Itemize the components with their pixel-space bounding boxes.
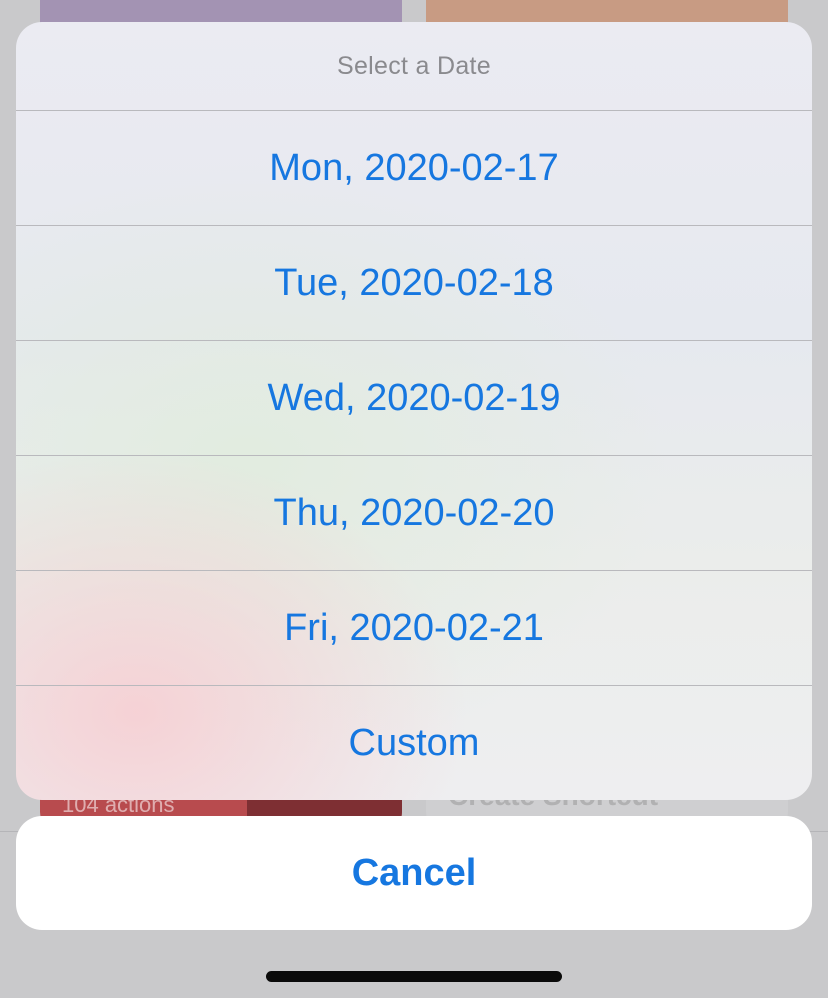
date-action-sheet: Select a Date Mon, 2020-02-17 Tue, 2020-…: [16, 22, 812, 800]
date-option-fri[interactable]: Fri, 2020-02-21: [16, 571, 812, 686]
date-option-tue[interactable]: Tue, 2020-02-18: [16, 226, 812, 341]
home-indicator[interactable]: [266, 971, 562, 982]
date-option-wed[interactable]: Wed, 2020-02-19: [16, 341, 812, 456]
date-option-thu[interactable]: Thu, 2020-02-20: [16, 456, 812, 571]
cancel-button[interactable]: Cancel: [16, 816, 812, 930]
date-option-mon[interactable]: Mon, 2020-02-17: [16, 111, 812, 226]
custom-date-option[interactable]: Custom: [16, 686, 812, 800]
sheet-title: Select a Date: [16, 22, 812, 111]
